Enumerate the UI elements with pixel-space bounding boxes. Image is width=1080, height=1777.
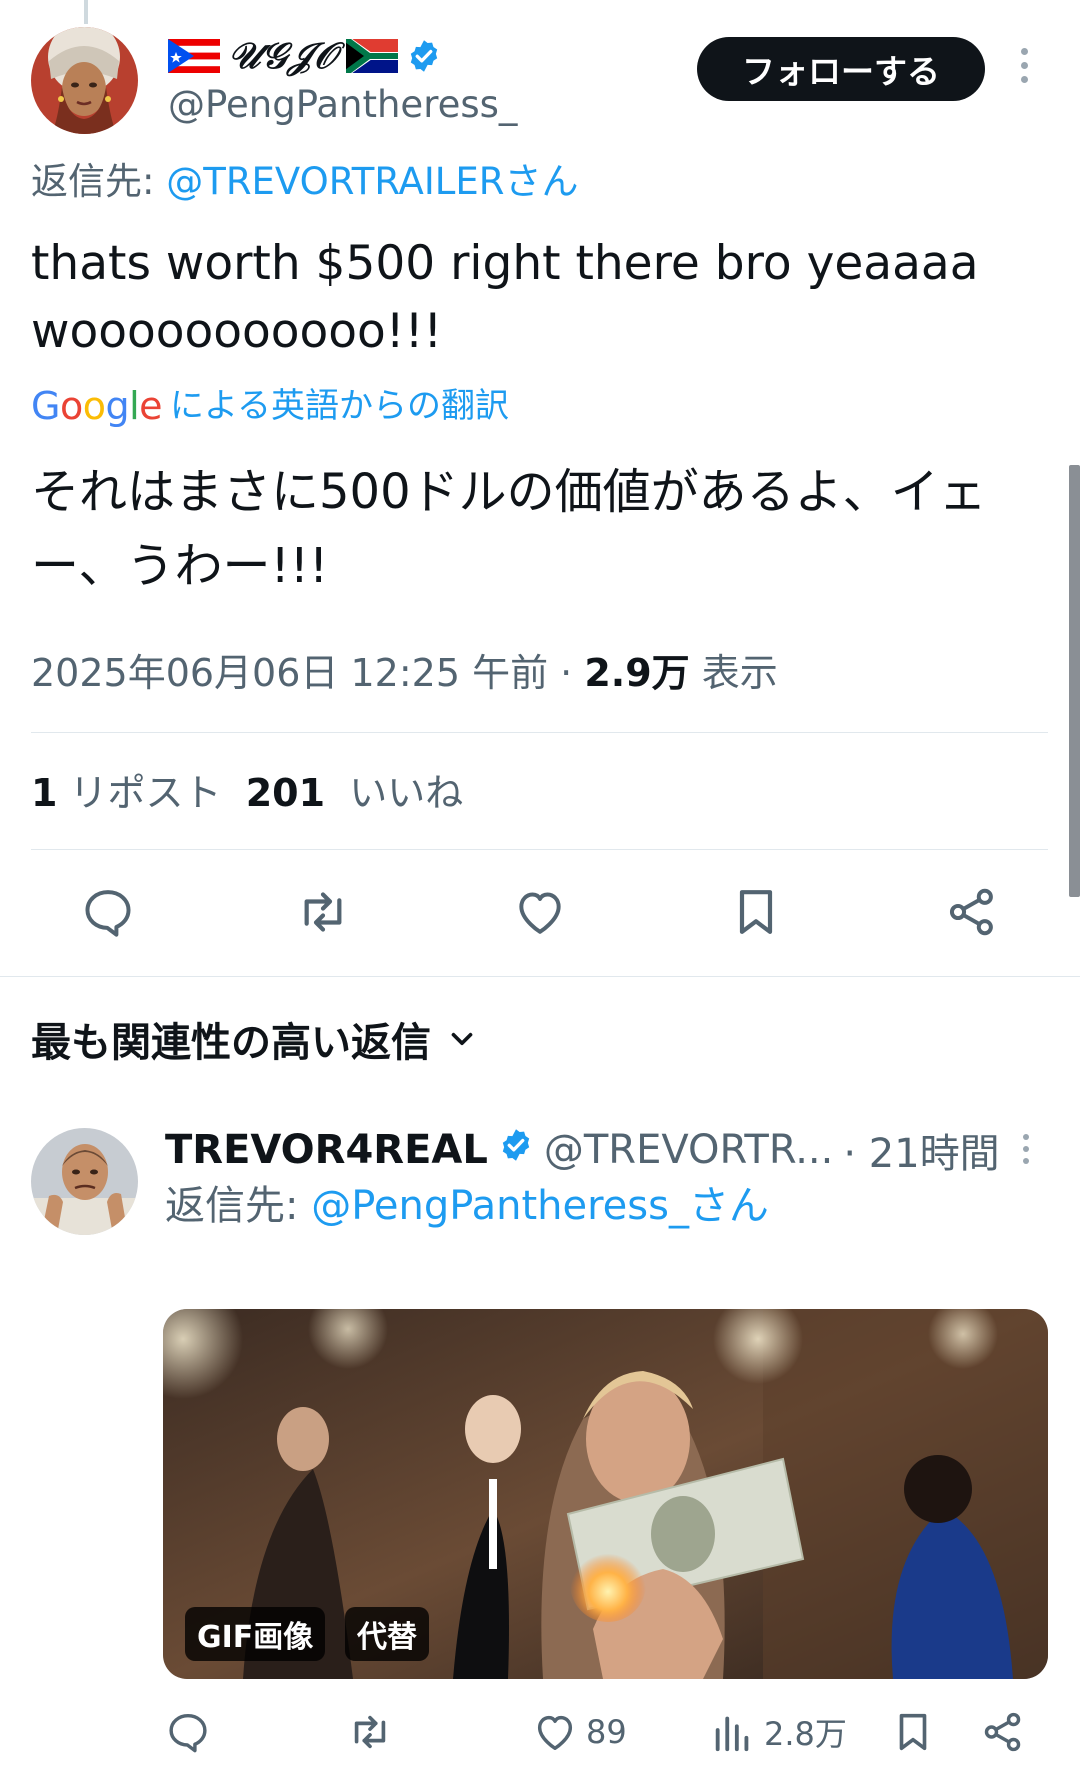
reply-to-prefix: 返信先: xyxy=(165,1183,312,1229)
divider xyxy=(0,976,1080,977)
reply-views-count: 2.8万 xyxy=(764,1715,847,1753)
alt-text-badge[interactable]: 代替 xyxy=(345,1607,429,1661)
reply-timestamp[interactable]: · 21時間 xyxy=(843,1121,999,1179)
reply-reply-to-line: 返信先: @PengPantheress_さん xyxy=(165,1178,769,1234)
reply-views-button[interactable]: 2.8万 xyxy=(710,1704,847,1760)
like-count[interactable]: 201 xyxy=(246,771,325,815)
verified-badge-icon xyxy=(498,1127,534,1173)
south-africa-flag-icon xyxy=(343,35,400,77)
chevron-down-icon xyxy=(445,1013,479,1073)
follow-button[interactable]: フォローする xyxy=(697,37,985,101)
reply-icon xyxy=(169,1713,207,1753)
bookmark-icon[interactable] xyxy=(728,884,784,940)
reply-to-line: 返信先: @TREVORTRAILERさん xyxy=(31,155,578,209)
retweet-icon xyxy=(354,1715,386,1749)
reply-more-options-icon[interactable] xyxy=(1018,1134,1034,1174)
bookmark-icon xyxy=(899,1713,927,1751)
retweet-icon[interactable] xyxy=(295,884,351,940)
view-count: 2.9万 xyxy=(584,651,690,695)
reply-to-mention-link[interactable]: @PengPantheress_さん xyxy=(311,1183,769,1229)
google-logo-letter: o xyxy=(59,384,83,428)
replies-sort-label: 最も関連性の高い返信 xyxy=(31,1020,431,1066)
scrollbar[interactable] xyxy=(1069,465,1080,897)
gif-media[interactable]: GIF画像 代替 xyxy=(163,1309,1048,1679)
tweet-timestamp[interactable]: 2025年06月06日 12:25 午前 · 2.9万 表示 xyxy=(31,645,778,701)
google-logo-letter: l xyxy=(129,384,140,428)
timestamp-text: 2025年06月06日 12:25 午前 · xyxy=(31,651,585,695)
engagement-stats: 1 リポスト 201 いいね xyxy=(31,765,463,821)
translation-attribution[interactable]: Google による英語からの翻訳 xyxy=(31,380,509,432)
reply-bookmark-button[interactable] xyxy=(890,1704,936,1760)
thread-connector-line xyxy=(84,0,88,24)
like-icon[interactable] xyxy=(512,884,568,940)
google-logo-letter: G xyxy=(31,384,60,428)
reply-share-button[interactable] xyxy=(980,1704,1026,1760)
tweet-text: thats worth $500 right there bro yeaaaa … xyxy=(31,236,979,359)
reply-to-mention-link[interactable]: @TREVORTRAILERさん xyxy=(166,160,578,203)
google-logo: Google xyxy=(31,380,163,432)
verified-badge-icon xyxy=(406,38,442,74)
divider xyxy=(31,849,1048,850)
author-avatar[interactable] xyxy=(31,27,138,134)
views-icon xyxy=(715,1716,749,1752)
reply-to-prefix: 返信先: xyxy=(31,160,167,203)
like-icon xyxy=(537,1715,573,1751)
reply-like-count: 89 xyxy=(586,1713,627,1751)
google-logo-letter: e xyxy=(139,384,163,428)
google-logo-letter: o xyxy=(82,384,106,428)
author-handle[interactable]: @PengPantheress_ xyxy=(168,80,517,130)
divider xyxy=(31,732,1048,733)
reply-like-button[interactable]: 89 xyxy=(532,1704,627,1760)
repost-label[interactable]: リポスト xyxy=(57,771,233,815)
google-logo-letter: g xyxy=(105,384,130,428)
gif-badge: GIF画像 xyxy=(185,1607,326,1661)
author-display-name[interactable]: 𝒰𝒢𝒥𝒪 xyxy=(168,32,442,80)
repost-count[interactable]: 1 xyxy=(31,771,57,815)
like-label[interactable]: いいね xyxy=(337,771,463,815)
share-icon xyxy=(984,1712,1021,1752)
reply-author-avatar[interactable] xyxy=(31,1128,138,1235)
reply-reply-button[interactable] xyxy=(165,1704,211,1760)
translation-label: による英語からの翻訳 xyxy=(170,386,510,426)
reply-icon[interactable] xyxy=(80,884,136,940)
reply-header: TREVOR4REAL @TREVORTR... · 21時間 xyxy=(165,1122,1000,1178)
replies-sort-dropdown[interactable]: 最も関連性の高い返信 xyxy=(31,1013,479,1073)
translated-text: それはまさに500ドルの価値があるよ、イェー、うわー!!! xyxy=(31,464,987,594)
reply-author-handle[interactable]: @TREVORTR... xyxy=(544,1127,833,1173)
more-options-icon[interactable] xyxy=(1014,48,1034,92)
puerto-rico-flag-icon xyxy=(168,39,220,73)
view-label: 表示 xyxy=(689,651,778,695)
share-icon[interactable] xyxy=(944,884,1000,940)
reply-retweet-button[interactable] xyxy=(347,1704,393,1760)
reply-author-name[interactable]: TREVOR4REAL xyxy=(165,1127,488,1173)
author-name-text: 𝒰𝒢𝒥𝒪 xyxy=(228,35,338,77)
